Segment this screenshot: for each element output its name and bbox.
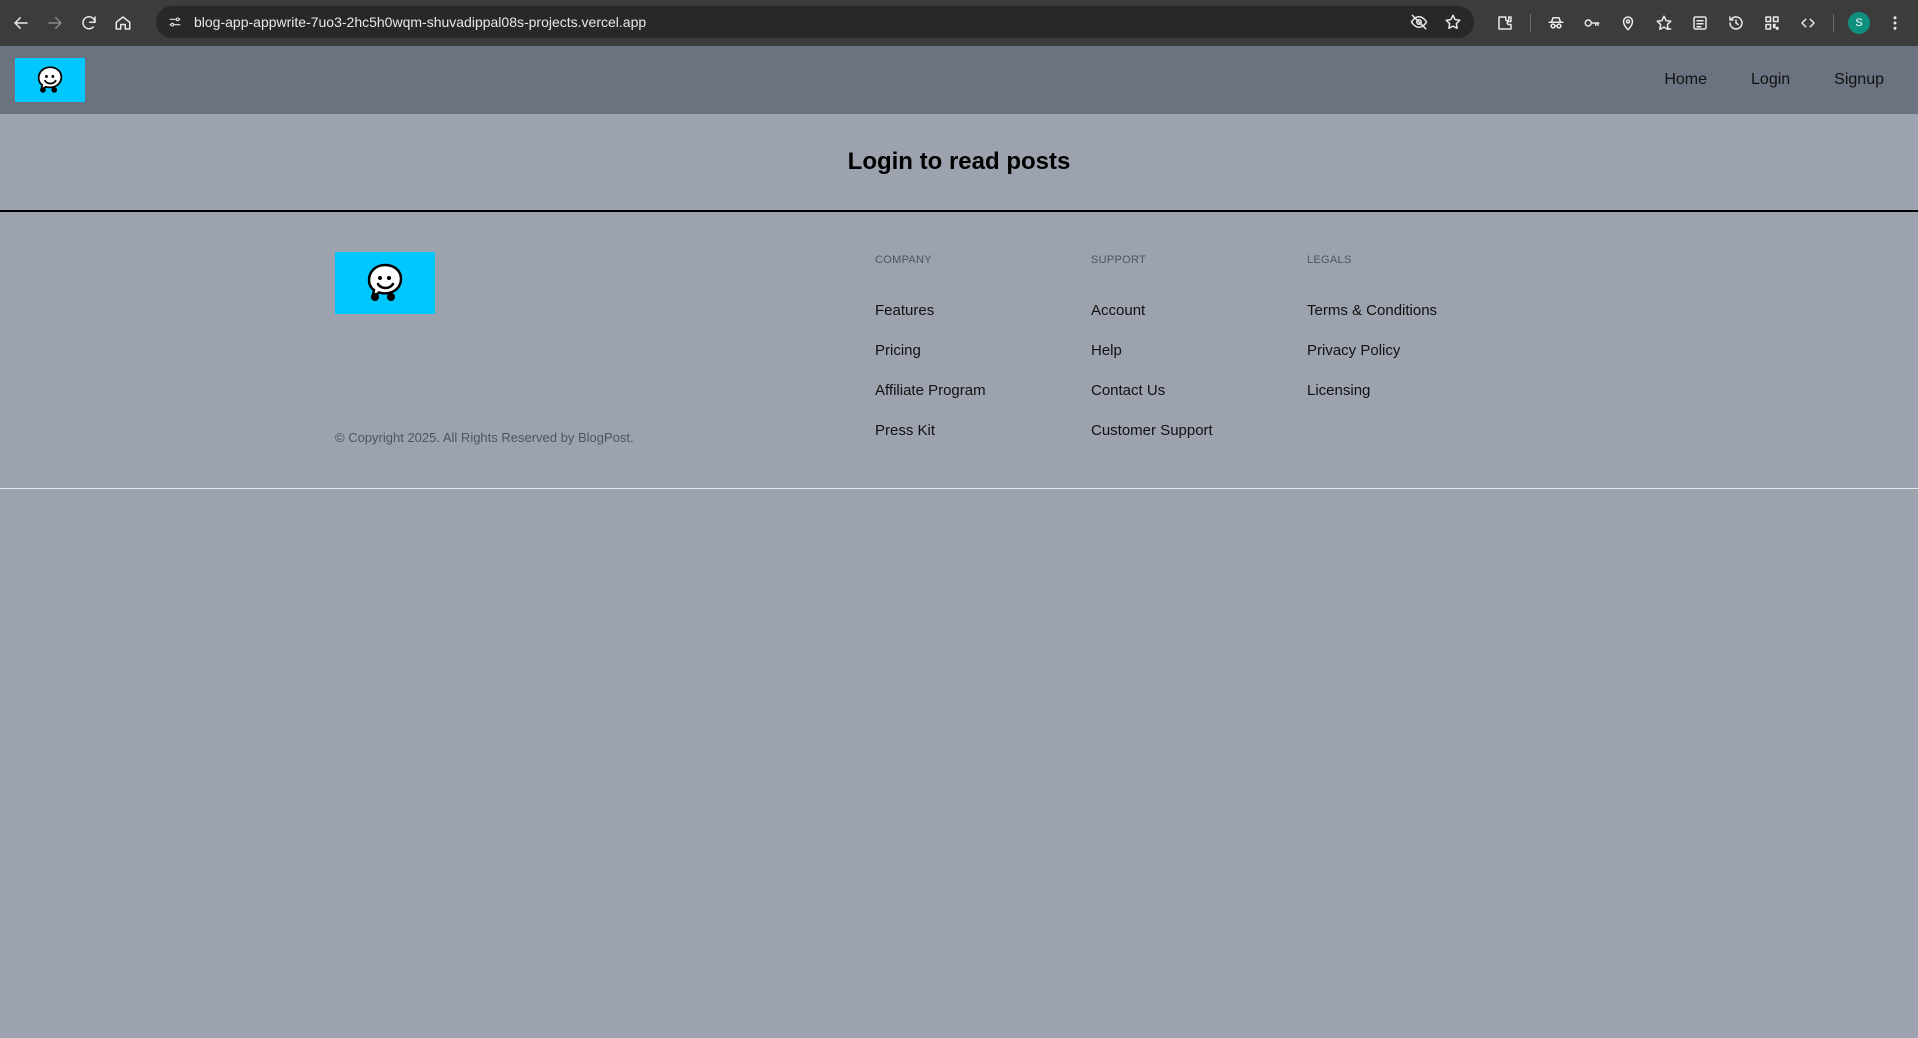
footer-link-terms[interactable]: Terms & Conditions xyxy=(1307,302,1437,319)
qr-code-icon[interactable] xyxy=(1755,6,1789,40)
history-icon[interactable] xyxy=(1719,6,1753,40)
nav-home[interactable]: Home xyxy=(1642,60,1729,100)
profile-avatar[interactable]: S xyxy=(1848,12,1870,34)
main-content: Login to read posts xyxy=(0,114,1918,210)
footer-column-title: COMPANY xyxy=(875,254,932,266)
address-bar[interactable]: blog-app-appwrite-7uo3-2hc5h0wqm-shuvadi… xyxy=(156,6,1474,38)
eye-off-icon[interactable] xyxy=(1404,7,1434,37)
footer-link-affiliate-program[interactable]: Affiliate Program xyxy=(875,382,986,399)
footer-link-pricing[interactable]: Pricing xyxy=(875,342,921,359)
incognito-icon[interactable] xyxy=(1539,6,1573,40)
nav-signup[interactable]: Signup xyxy=(1812,60,1906,100)
site-logo[interactable] xyxy=(15,58,85,102)
toolbar-separator xyxy=(1833,14,1834,32)
location-pin-icon[interactable] xyxy=(1611,6,1645,40)
footer-column-title: SUPPORT xyxy=(1091,254,1147,266)
footer-bottom-divider xyxy=(0,488,1918,489)
reload-icon[interactable] xyxy=(72,6,106,40)
forward-icon[interactable] xyxy=(38,6,72,40)
footer-column-support: SUPPORT Account Help Contact Us Customer… xyxy=(1091,254,1213,462)
footer-column-company: COMPANY Features Pricing Affiliate Progr… xyxy=(875,254,986,462)
main-nav: Home Login Signup xyxy=(1642,46,1918,114)
footer-link-press-kit[interactable]: Press Kit xyxy=(875,422,935,439)
star-icon[interactable] xyxy=(1438,7,1468,37)
toolbar-separator xyxy=(1530,14,1531,32)
password-key-icon[interactable] xyxy=(1575,6,1609,40)
footer-link-account[interactable]: Account xyxy=(1091,302,1145,319)
bookmarks-icon[interactable] xyxy=(1647,6,1681,40)
url-text[interactable]: blog-app-appwrite-7uo3-2hc5h0wqm-shuvadi… xyxy=(194,14,646,30)
footer-link-privacy-policy[interactable]: Privacy Policy xyxy=(1307,342,1400,359)
more-icon[interactable] xyxy=(1878,6,1912,40)
footer-column-legals: LEGALS Terms & Conditions Privacy Policy… xyxy=(1307,254,1437,422)
home-icon[interactable] xyxy=(106,6,140,40)
footer-link-contact-us[interactable]: Contact Us xyxy=(1091,382,1165,399)
footer-link-customer-support[interactable]: Customer Support xyxy=(1091,422,1213,439)
footer-logo[interactable] xyxy=(335,252,435,314)
site-header: Home Login Signup xyxy=(0,46,1918,114)
extensions-icon[interactable] xyxy=(1488,6,1522,40)
copyright-text: © Copyright 2025. All Rights Reserved by… xyxy=(335,430,634,445)
smiley-logo-icon xyxy=(37,66,63,93)
footer-column-title: LEGALS xyxy=(1307,254,1352,266)
footer-link-features[interactable]: Features xyxy=(875,302,934,319)
browser-toolbar: blog-app-appwrite-7uo3-2hc5h0wqm-shuvadi… xyxy=(0,0,1918,46)
site-info-icon[interactable] xyxy=(160,7,190,37)
devtools-icon[interactable] xyxy=(1791,6,1825,40)
footer-link-licensing[interactable]: Licensing xyxy=(1307,382,1370,399)
page-heading: Login to read posts xyxy=(847,148,1071,175)
footer-link-help[interactable]: Help xyxy=(1091,342,1122,359)
nav-login[interactable]: Login xyxy=(1729,60,1812,100)
smiley-logo-icon xyxy=(367,263,403,301)
back-icon[interactable] xyxy=(4,6,38,40)
reading-list-icon[interactable] xyxy=(1683,6,1717,40)
site-footer: © Copyright 2025. All Rights Reserved by… xyxy=(0,212,1918,488)
